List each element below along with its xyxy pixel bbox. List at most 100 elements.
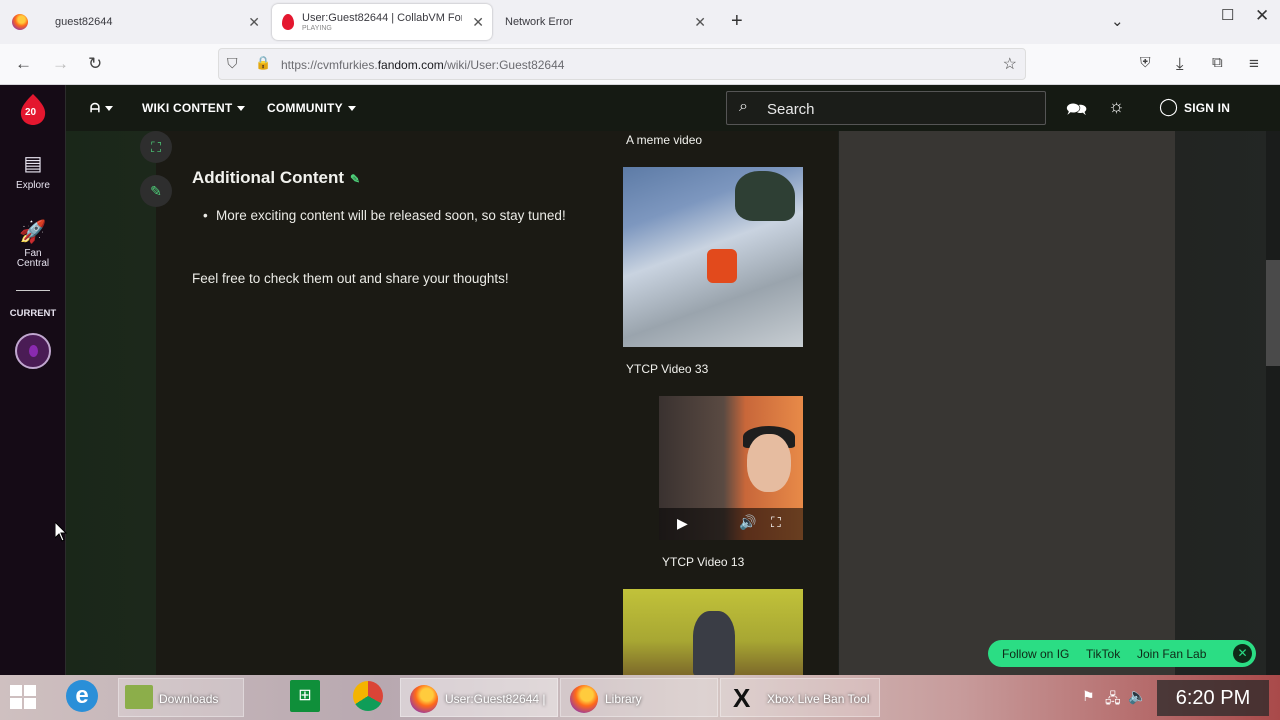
caret-down-icon [347, 106, 356, 112]
fandom-page: 20 ▤ Explore 🚀 Fan Central CURRENT ᗩ WIK… [0, 85, 1280, 675]
fandom-left-rail: 20 ▤ Explore 🚀 Fan Central CURRENT [0, 85, 66, 675]
folder-icon [125, 685, 153, 709]
lock-icon[interactable]: 🔒 [255, 55, 271, 71]
forward-icon[interactable]: → [52, 54, 69, 74]
search-label: Search [767, 101, 815, 118]
video-thumbnail-next[interactable] [623, 589, 803, 675]
store-icon[interactable]: ⊞ [290, 680, 320, 712]
tiktok-link[interactable]: TikTok [1086, 647, 1120, 661]
rail-explore[interactable]: ▤ Explore [0, 151, 66, 191]
gallery-caption: A meme video [626, 133, 703, 147]
rail-fan-central[interactable]: 🚀 Fan Central [0, 219, 66, 269]
reload-icon[interactable]: ↻ [88, 54, 102, 74]
system-clock[interactable]: 6:20 PM [1157, 680, 1269, 716]
theme-toggle-icon[interactable]: ☼ [1108, 96, 1125, 117]
thumbnail-figure [707, 249, 737, 283]
fandom-logo[interactable]: 20 [19, 92, 47, 126]
firefox-icon [410, 685, 438, 713]
caret-down-icon [105, 106, 114, 112]
close-promo-icon[interactable]: ✕ [1233, 644, 1252, 663]
logo-number: 20 [25, 107, 37, 118]
url-text: https://cvmfurkies.fandom.com/wiki/User:… [281, 58, 565, 72]
volume-icon[interactable]: 🔊 [739, 514, 756, 531]
video-thumbnail-33[interactable] [623, 167, 803, 347]
start-windows-icon[interactable] [10, 685, 38, 711]
windows-taskbar: e Downloads ⊞ User:Guest82644 | Library … [0, 675, 1280, 720]
fullscreen-toggle-icon[interactable]: ⛶ [140, 131, 172, 163]
x-app-icon: X [733, 683, 751, 713]
url-bar[interactable]: ⛉ 🔒 https://cvmfurkies.fandom.com/wiki/U… [218, 48, 1026, 80]
extensions-icon[interactable]: ⧉ [1212, 54, 1223, 71]
browser-tab-bar: guest82644 ✕ User:Guest82644 | CollabVM … [0, 0, 1280, 44]
shield-icon[interactable]: ⛉ [227, 55, 238, 72]
gallery-caption: YTCP Video 33 [626, 362, 709, 376]
firefox-icon [570, 685, 598, 713]
tab-collabvm-user[interactable]: User:Guest82644 | CollabVM Forkie PLAYIN… [272, 4, 492, 40]
gallery-caption: YTCP Video 13 [662, 555, 745, 569]
tab-title: User:Guest82644 | CollabVM Forkie [302, 12, 462, 24]
maximize-icon[interactable]: ☐ [1221, 6, 1234, 24]
close-tab-icon[interactable]: ✕ [472, 14, 484, 31]
taskbar-label: Library [605, 692, 642, 706]
taskbar-label: User:Guest82644 | [445, 692, 546, 706]
new-tab-button[interactable]: + [731, 10, 743, 33]
wiki-content-menu[interactable]: WIKI CONTENT [142, 101, 246, 115]
flag-icon[interactable]: ⚑ [1082, 688, 1095, 705]
user-icon[interactable]: ◯ [1159, 97, 1178, 117]
list-tabs-icon[interactable]: ⌄ [1111, 12, 1124, 30]
firefox-icon [12, 14, 28, 30]
taskbar-label: Downloads [159, 692, 219, 706]
play-icon[interactable]: ▶ [677, 515, 688, 532]
edit-pencil-icon[interactable]: ✎ [140, 175, 172, 207]
thumbnail-tree [735, 171, 795, 221]
tab-title: Network Error [505, 16, 573, 28]
internet-explorer-icon[interactable]: e [66, 680, 98, 712]
close-window-icon[interactable]: ✕ [1255, 6, 1269, 26]
list-item: More exciting content will be released s… [203, 203, 576, 228]
community-menu[interactable]: COMMUNITY [267, 101, 356, 115]
taskbar-xbox-tool[interactable]: X Xbox Live Ban Tool [720, 678, 880, 717]
taskbar-label: Xbox Live Ban Tool [767, 692, 870, 706]
discussions-icon[interactable]: 🗪 [1066, 97, 1087, 126]
fandom-top-nav: ᗩ WIKI CONTENT COMMUNITY ⌕ Search 🗪 ☼ ◯ … [66, 85, 1280, 131]
edit-section-icon[interactable]: ✎ [350, 172, 360, 186]
explore-icon: ▤ [23, 153, 43, 175]
thumbnail-face [747, 434, 791, 492]
tab-playing-label: PLAYING [302, 25, 332, 32]
follow-ig-link[interactable]: Follow on IG [1002, 647, 1069, 661]
back-icon[interactable]: ← [15, 54, 32, 74]
close-tab-icon[interactable]: ✕ [248, 14, 260, 31]
wiki-logo-dropdown[interactable]: ᗩ [90, 101, 114, 116]
search-box[interactable]: ⌕ Search [726, 91, 1046, 125]
fullscreen-icon[interactable]: ⛶ [771, 514, 781, 531]
taskbar-downloads[interactable]: Downloads [118, 678, 244, 717]
rail-explore-label: Explore [16, 180, 50, 191]
paragraph: Feel free to check them out and share yo… [192, 271, 509, 286]
scrollbar-track[interactable] [1266, 131, 1280, 675]
join-fan-lab-link[interactable]: Join Fan Lab [1137, 647, 1206, 661]
taskbar-firefox-wiki[interactable]: User:Guest82644 | [400, 678, 558, 717]
rail-current-label: CURRENT [9, 308, 57, 319]
thumbnail-person [693, 611, 735, 675]
speaker-icon[interactable]: 🔈 [1128, 687, 1147, 705]
rocket-icon: 🚀 [19, 219, 47, 244]
video-player-13[interactable]: ▶ 🔊 ⛶ [659, 396, 803, 540]
downloads-icon[interactable]: ⤓ [1176, 54, 1184, 74]
tab-guest82644[interactable]: guest82644 ✕ [0, 4, 268, 40]
current-wiki-avatar[interactable] [15, 333, 51, 369]
sign-in-link[interactable]: SIGN IN [1184, 101, 1230, 115]
video-controls: ▶ 🔊 ⛶ [659, 508, 803, 540]
chrome-icon[interactable] [353, 681, 383, 711]
menu-icon[interactable]: ≡ [1249, 54, 1259, 74]
scrollbar-thumb[interactable] [1266, 260, 1280, 366]
taskbar-firefox-library[interactable]: Library [560, 678, 718, 717]
bookmark-star-icon[interactable]: ☆ [1003, 54, 1017, 74]
right-rail-panel [839, 131, 1175, 675]
close-tab-icon[interactable]: ✕ [694, 14, 706, 31]
tab-network-error[interactable]: Network Error ✕ [496, 4, 714, 40]
network-icon[interactable]: 🖧 [1105, 688, 1121, 712]
rail-fan-central-label-2: Central [16, 258, 50, 269]
rail-divider [16, 290, 50, 291]
section-heading: Additional Content ✎ [192, 168, 361, 187]
pocket-icon[interactable]: ⛨ [1140, 54, 1151, 71]
